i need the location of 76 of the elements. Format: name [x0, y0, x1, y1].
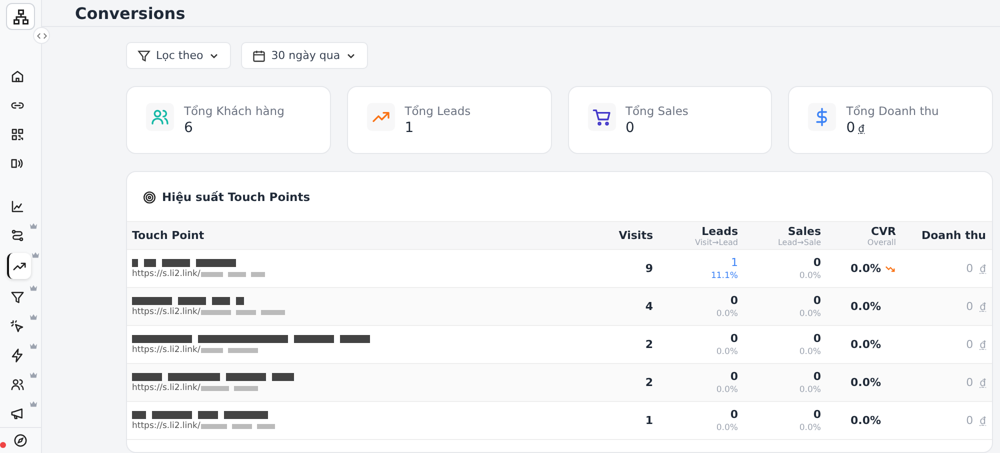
leads-count: 0	[730, 408, 738, 421]
page-title: Conversions	[75, 4, 186, 22]
column-header: CVR	[870, 224, 896, 238]
leads-count: 0	[730, 332, 738, 345]
qr-code-icon	[10, 126, 25, 142]
stat-value: 0	[626, 120, 636, 136]
visits-count: 9	[645, 262, 653, 275]
leads-count: 0	[730, 294, 738, 307]
cvr-value: 0.0%	[850, 300, 881, 313]
column-header: Visits	[618, 229, 653, 242]
cursor-click-icon	[10, 318, 25, 334]
touch-point-url: https://s.li2.link/	[132, 269, 200, 279]
sale-rate: 0.0%	[799, 385, 821, 395]
leads-count: 0	[730, 370, 738, 383]
column-header: Leads	[702, 224, 738, 238]
revenue-value: 0 ₫	[966, 414, 986, 427]
stat-value: 1	[404, 120, 415, 136]
column-header: Touch Point	[132, 229, 204, 242]
stat-label: Tổng Khách hàng	[184, 104, 284, 118]
calendar-icon	[252, 48, 266, 62]
sales-count: 0	[813, 408, 821, 421]
revenue-value: 0 ₫	[966, 376, 986, 389]
collapse-icon[interactable]	[33, 27, 50, 44]
touch-point-url: https://s.li2.link/	[132, 307, 200, 317]
cvr-value: 0.0%	[850, 414, 881, 427]
lead-rate: 0.0%	[716, 385, 738, 395]
stat-label: Tổng Sales	[626, 104, 688, 118]
table-title: Hiệu suất Touch Points	[162, 190, 310, 204]
column-header: Sales	[788, 224, 821, 238]
sale-rate: 0.0%	[799, 309, 821, 319]
revenue-value: 0 ₫	[966, 338, 986, 351]
target-icon	[143, 190, 156, 204]
visits-count: 4	[645, 300, 653, 313]
lead-rate: 0.0%	[716, 309, 738, 319]
megaphone-icon	[10, 406, 25, 420]
stat-value: 0 ₫	[846, 120, 866, 136]
stat-label: Tổng Leads	[404, 104, 471, 118]
line-chart-icon	[10, 198, 25, 214]
users-icon	[10, 376, 25, 392]
column-subheader: Lead→Sale	[778, 238, 821, 246]
lightning-icon	[10, 348, 25, 362]
cvr-value: 0.0%	[850, 376, 881, 389]
column-subheader: Visit→Lead	[695, 238, 738, 246]
lead-rate: 0.0%	[716, 423, 738, 433]
sales-count: 0	[813, 256, 821, 269]
touch-point-url: https://s.li2.link/	[132, 345, 200, 355]
revenue-value: 0 ₫	[966, 300, 986, 313]
sale-rate: 0.0%	[799, 271, 821, 281]
leads-count: 1	[731, 256, 738, 269]
cvr-value: 0.0%	[850, 338, 881, 351]
sitemap-icon[interactable]	[6, 3, 35, 30]
column-subheader: Overall	[867, 238, 896, 246]
sales-count: 0	[813, 370, 821, 383]
stat-label: Tổng Doanh thu	[846, 104, 939, 118]
visits-count: 1	[645, 414, 653, 427]
compass-icon[interactable]	[13, 433, 28, 448]
filter-dropdown[interactable]: Lọc theo	[126, 42, 232, 69]
visits-count: 2	[645, 338, 653, 351]
sales-count: 0	[813, 332, 821, 345]
touch-point-url: https://s.li2.link/	[132, 383, 200, 393]
lead-rate: 11.1%	[710, 271, 738, 281]
sale-rate: 0.0%	[799, 347, 821, 357]
touch-point-url: https://s.li2.link/	[132, 421, 200, 431]
date-range-dropdown[interactable]: 30 ngày qua	[241, 42, 368, 69]
funnel-icon	[10, 290, 25, 304]
lead-rate: 0.0%	[716, 347, 738, 357]
sales-count: 0	[813, 294, 821, 307]
sale-rate: 0.0%	[799, 423, 821, 433]
stat-value: 6	[184, 120, 194, 136]
filter-icon	[137, 48, 151, 62]
route-icon	[10, 228, 25, 242]
revenue-value: 0 ₫	[966, 262, 986, 275]
home-icon	[10, 68, 25, 84]
visits-count: 2	[645, 376, 653, 389]
cvr-value: 0.0%	[850, 262, 881, 275]
column-header: Doanh thu	[921, 229, 986, 242]
